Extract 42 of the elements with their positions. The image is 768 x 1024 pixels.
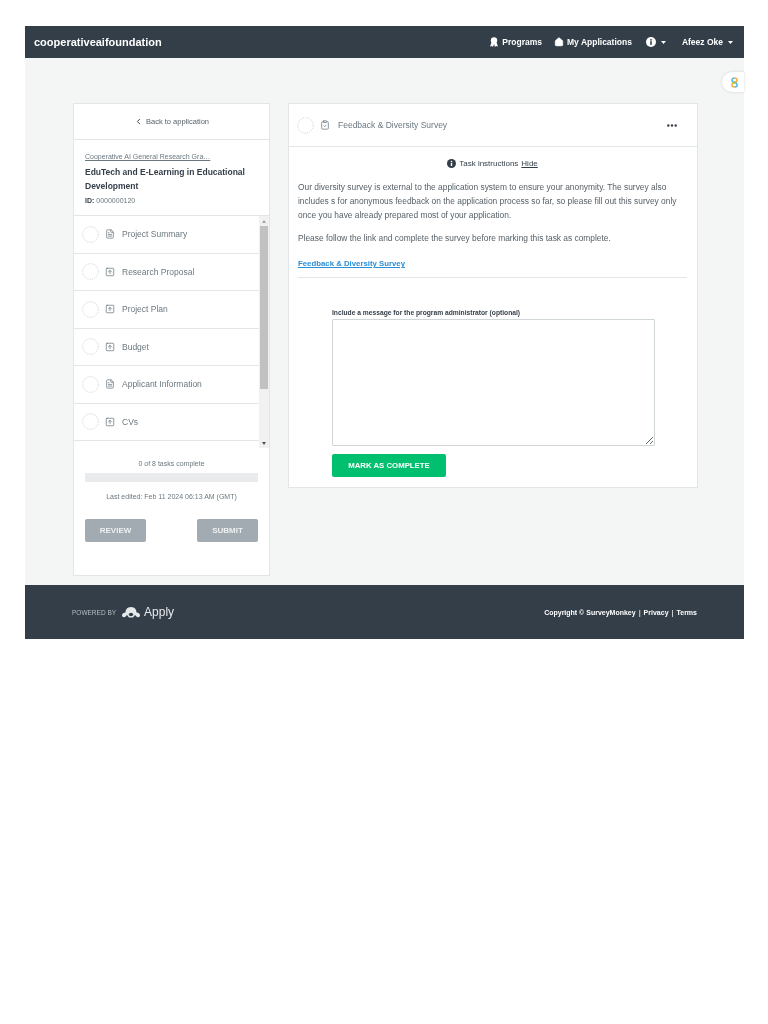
clipboard-check-icon <box>320 120 330 130</box>
more-options-button[interactable] <box>667 123 677 127</box>
caret-icon <box>728 40 733 44</box>
task-label: Research Proposal <box>122 266 195 277</box>
ellipsis-icon <box>667 123 677 127</box>
brand-name[interactable]: cooperativeaifoundation <box>34 36 162 48</box>
document-icon <box>105 229 115 240</box>
application-title: EduTech and E-Learning in Educational Development <box>85 166 246 193</box>
instruction-paragraph: Please follow the link and complete the survey before marking this task as complete. <box>298 232 612 245</box>
task-label: Project Summary <box>122 229 188 240</box>
scrollbar-thumb[interactable] <box>260 226 268 389</box>
info-icon <box>645 37 656 47</box>
task-title: Feedback & Diversity Survey <box>338 120 448 130</box>
message-field[interactable] <box>332 319 655 446</box>
upload-icon <box>105 341 115 352</box>
home-icon <box>554 37 565 47</box>
help-menu[interactable] <box>643 37 668 47</box>
user-menu[interactable]: Afeez Oke <box>679 37 735 47</box>
instructions-label: Task instructions <box>459 158 519 168</box>
chevron-left-icon <box>134 117 143 126</box>
instruction-paragraph: Our diversity survey is external to the application system to ensure your anonymity. The survey also includes s for anonymous feedback on the application process so far, so please fill out this survey only once you have already prepared most of your application. <box>298 181 678 222</box>
task-label: Project Plan <box>122 304 168 315</box>
info-icon <box>447 158 457 168</box>
hide-link[interactable]: Hide <box>521 158 538 168</box>
task-label: Budget <box>122 341 149 352</box>
scroll-up-icon[interactable] <box>262 219 266 223</box>
nav-link[interactable]: Programs <box>489 37 543 47</box>
scroll-down-icon[interactable] <box>262 441 266 445</box>
task-label: Applicant Information <box>122 379 202 390</box>
document-icon <box>105 379 115 390</box>
award-icon <box>489 37 500 47</box>
upload-icon <box>105 416 115 427</box>
scrollbar[interactable] <box>259 216 269 448</box>
logo-icon <box>121 606 142 618</box>
caret-icon <box>660 40 666 44</box>
upload-icon <box>105 304 115 315</box>
upload-icon <box>105 266 115 277</box>
nav-link[interactable]: My Applications <box>554 37 632 47</box>
helper-button[interactable] <box>722 72 744 92</box>
logo-text: Apply <box>144 605 175 619</box>
loop-icon <box>728 76 740 88</box>
task-label: CVs <box>122 416 139 427</box>
